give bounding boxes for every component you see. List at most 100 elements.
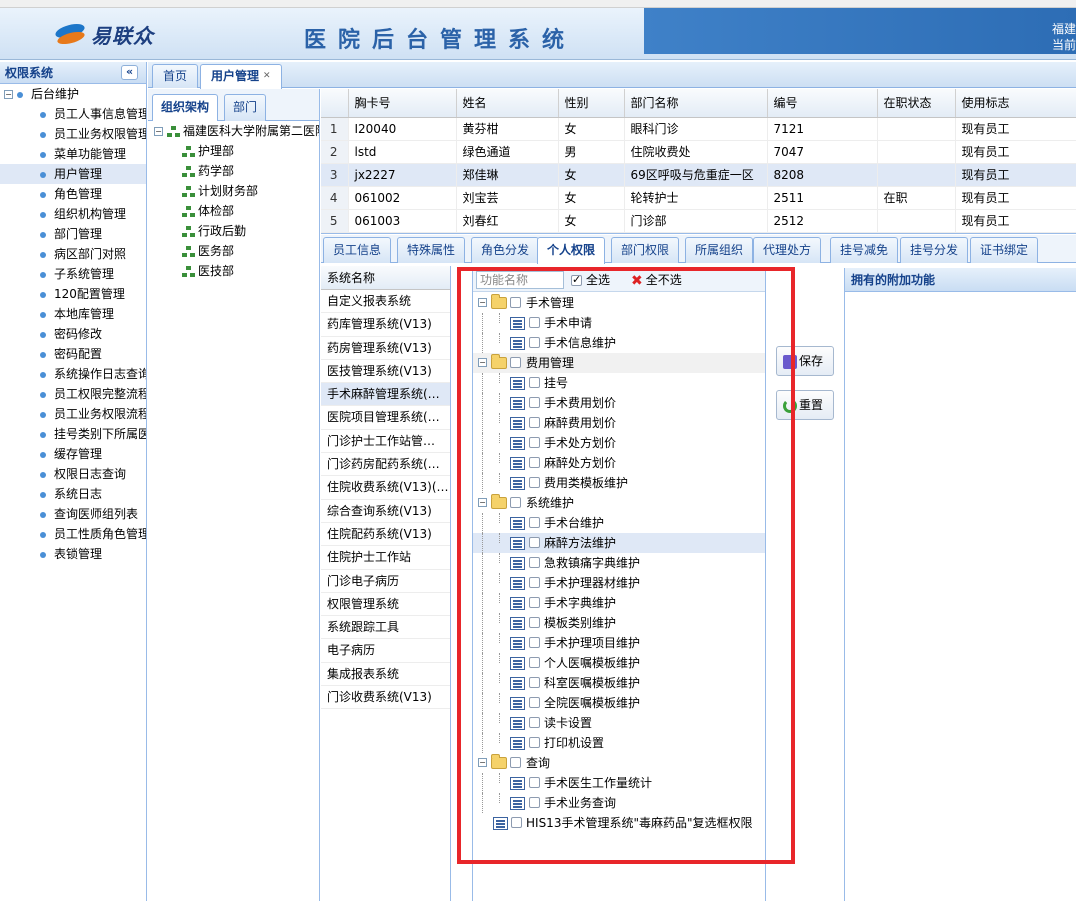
nav-item[interactable]: 员工业务权限流程: [0, 404, 146, 424]
checkbox[interactable]: [529, 417, 540, 428]
checkbox[interactable]: [510, 297, 521, 308]
table-row[interactable]: 5 061003 刘春红女门诊部 2512 现有员工: [321, 209, 1076, 233]
function-group[interactable]: − 手术管理: [473, 293, 765, 313]
checkbox[interactable]: [510, 497, 521, 508]
close-tab-icon[interactable]: ✕: [263, 71, 271, 81]
nav-item[interactable]: 角色管理: [0, 184, 146, 204]
table-row[interactable]: 2 lstd 绿色通道男住院收费处 7047 现有员工: [321, 140, 1076, 164]
function-item[interactable]: HIS13手术管理系统"毒麻药品"复选框权限: [473, 813, 765, 833]
function-item[interactable]: 麻醉方法维护: [473, 533, 765, 553]
checkbox[interactable]: [529, 617, 540, 628]
checkbox[interactable]: [529, 517, 540, 528]
checkbox[interactable]: [511, 817, 522, 828]
function-item[interactable]: 读卡设置: [473, 713, 765, 733]
function-item[interactable]: 手术字典维护: [473, 593, 765, 613]
table-row[interactable]: 3 jx2227 郑佳琳女 69区呼吸与危重症一区 8208 现有员工: [321, 163, 1076, 187]
system-list-item[interactable]: 自定义报表系统: [321, 290, 450, 314]
checkbox[interactable]: [529, 337, 540, 348]
org-node[interactable]: 医务部: [148, 241, 319, 261]
column-header[interactable]: 性别: [558, 89, 625, 118]
system-list-item[interactable]: 住院收费系统(V13)(…: [321, 476, 450, 500]
checkbox[interactable]: [529, 737, 540, 748]
system-list-item[interactable]: 药房管理系统(V13): [321, 337, 450, 360]
collapse-tree-icon[interactable]: −: [478, 298, 487, 307]
nav-item[interactable]: 权限日志查询: [0, 464, 146, 484]
function-item[interactable]: 打印机设置: [473, 733, 765, 753]
checkbox[interactable]: [529, 597, 540, 608]
function-item[interactable]: 手术护理项目维护: [473, 633, 765, 653]
checkbox[interactable]: [529, 437, 540, 448]
function-item[interactable]: 手术申请: [473, 313, 765, 333]
nav-item[interactable]: 密码配置: [0, 344, 146, 364]
nav-item[interactable]: 病区部门对照: [0, 244, 146, 264]
function-group[interactable]: − 系统维护: [473, 493, 765, 513]
column-header[interactable]: 使用标志: [955, 89, 1076, 118]
function-item[interactable]: 费用类模板维护: [473, 473, 765, 493]
system-list-item[interactable]: 系统跟踪工具: [321, 616, 450, 640]
nav-item[interactable]: 缓存管理: [0, 444, 146, 464]
system-list-item[interactable]: 医技管理系统(V13): [321, 360, 450, 384]
checkbox[interactable]: [529, 797, 540, 808]
function-item[interactable]: 手术医生工作量统计: [473, 773, 765, 793]
table-row[interactable]: 1 I20040 黄芬柑女眼科门诊 7121 现有员工: [321, 117, 1076, 141]
system-list-item[interactable]: 住院配药系统(V13): [321, 523, 450, 547]
system-list-item[interactable]: 权限管理系统: [321, 593, 450, 617]
system-list-item[interactable]: 电子病历: [321, 639, 450, 663]
org-node[interactable]: 行政后勤: [148, 221, 319, 241]
detail-tab[interactable]: 代理处方: [753, 237, 822, 263]
column-header[interactable]: 在职状态: [877, 89, 956, 118]
detail-tab[interactable]: 部门权限: [611, 237, 680, 263]
function-item[interactable]: 个人医嘱模板维护: [473, 653, 765, 673]
tree-root-node[interactable]: − 后台维护: [0, 84, 146, 104]
nav-item[interactable]: 查询医师组列表: [0, 504, 146, 524]
function-item[interactable]: 手术业务查询: [473, 793, 765, 813]
checkbox[interactable]: [529, 577, 540, 588]
nav-item[interactable]: 表锁管理: [0, 544, 146, 564]
checkbox[interactable]: [529, 557, 540, 568]
checkbox[interactable]: [529, 777, 540, 788]
org-node[interactable]: 药学部: [148, 161, 319, 181]
function-item[interactable]: 全院医嘱模板维护: [473, 693, 765, 713]
org-root-node[interactable]: − 福建医科大学附属第二医院: [148, 121, 319, 141]
function-item[interactable]: 挂号: [473, 373, 765, 393]
detail-tab[interactable]: 挂号分发: [900, 237, 969, 263]
system-list-item[interactable]: 门诊收费系统(V13): [321, 686, 450, 710]
function-item[interactable]: 手术护理器材维护: [473, 573, 765, 593]
nav-item[interactable]: 组织机构管理: [0, 204, 146, 224]
table-row[interactable]: 4 061002 刘宝芸女轮转护士 2511 在职 现有员工: [321, 186, 1076, 210]
tab-user-management[interactable]: 用户管理 ✕: [200, 64, 282, 89]
tab-department[interactable]: 部门: [224, 94, 267, 121]
nav-item[interactable]: 员工人事信息管理: [0, 104, 146, 124]
collapse-tree-icon[interactable]: −: [478, 358, 487, 367]
nav-item[interactable]: 挂号类别下所属医生: [0, 424, 146, 444]
detail-tab[interactable]: 所属组织: [685, 237, 754, 263]
checkbox[interactable]: [529, 317, 540, 328]
nav-item[interactable]: 用户管理: [0, 164, 146, 184]
detail-tab[interactable]: 角色分发: [471, 237, 540, 263]
system-list-item[interactable]: 医院项目管理系统(…: [321, 406, 450, 430]
function-group[interactable]: − 查询: [473, 753, 765, 773]
checkbox[interactable]: [529, 537, 540, 548]
function-group[interactable]: − 费用管理: [473, 353, 765, 373]
collapse-tree-icon[interactable]: −: [478, 498, 487, 507]
nav-item[interactable]: 员工业务权限管理: [0, 124, 146, 144]
tab-home[interactable]: 首页: [152, 64, 199, 88]
collapse-icon[interactable]: «: [121, 65, 138, 80]
system-list-item[interactable]: 住院护士工作站: [321, 546, 450, 570]
function-item[interactable]: 手术费用划价: [473, 393, 765, 413]
function-item[interactable]: 麻醉费用划价: [473, 413, 765, 433]
nav-item[interactable]: 120配置管理: [0, 284, 146, 304]
nav-item[interactable]: 系统操作日志查询: [0, 364, 146, 384]
function-item[interactable]: 急救镇痛字典维护: [473, 553, 765, 573]
checkbox[interactable]: [529, 657, 540, 668]
system-list-item[interactable]: 门诊药房配药系统(…: [321, 453, 450, 477]
org-node[interactable]: 护理部: [148, 141, 319, 161]
nav-item[interactable]: 子系统管理: [0, 264, 146, 284]
collapse-tree-icon[interactable]: −: [154, 127, 163, 136]
column-header[interactable]: 编号: [767, 89, 878, 118]
nav-item[interactable]: 员工权限完整流程: [0, 384, 146, 404]
org-node[interactable]: 计划财务部: [148, 181, 319, 201]
system-list-item[interactable]: 门诊电子病历: [321, 570, 450, 593]
system-list-item[interactable]: 综合查询系统(V13): [321, 500, 450, 523]
save-button[interactable]: 保存: [776, 346, 834, 376]
